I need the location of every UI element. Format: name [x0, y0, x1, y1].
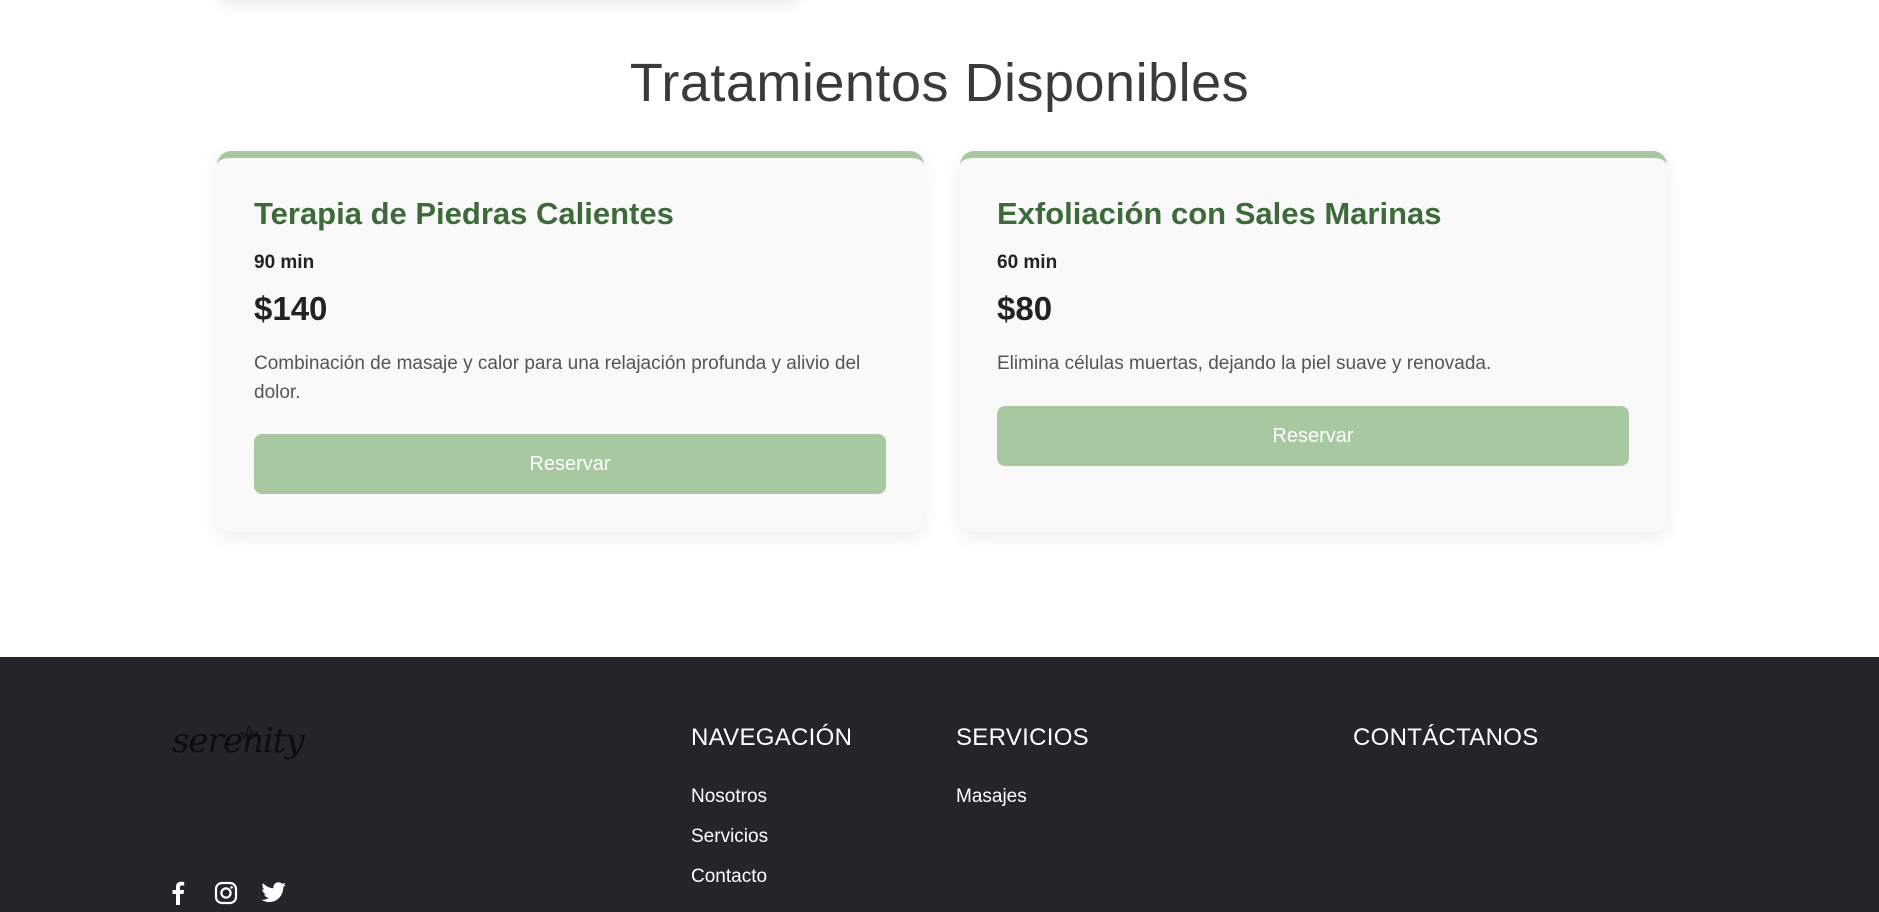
section-title: Tratamientos Disponibles: [629, 53, 1250, 113]
treatment-description: Combinación de masaje y calor para una r…: [254, 353, 861, 403]
treatment-description: Elimina células muertas, dejando la piel…: [997, 353, 1492, 374]
treatment-card-hot-stones: Terapia de Piedras Calientes 90 min $140…: [217, 151, 924, 532]
treatment-duration: 90 min: [254, 252, 315, 273]
treatment-name: Exfoliación con Sales Marinas: [997, 196, 1442, 231]
footer-link-masajes[interactable]: Masajes: [956, 786, 1027, 808]
twitter-icon[interactable]: [261, 880, 287, 906]
site-footer: serenity NAVEGACIÓN Nosotros Servicios C…: [0, 657, 1879, 912]
reserve-button[interactable]: Reservar: [997, 406, 1629, 466]
footer-contact-title: CONTÁCTANOS: [1353, 724, 1539, 751]
treatment-price: $140: [254, 290, 328, 327]
reserve-button[interactable]: Reservar: [254, 434, 886, 494]
footer-link-servicios[interactable]: Servicios: [691, 826, 768, 848]
footer-services-title: SERVICIOS: [956, 724, 1089, 751]
footer-navigation-title: NAVEGACIÓN: [691, 724, 853, 751]
instagram-icon[interactable]: [213, 880, 239, 906]
treatment-card-sea-salt: Exfoliación con Sales Marinas 60 min $80…: [960, 151, 1667, 532]
treatment-name: Terapia de Piedras Calientes: [254, 196, 674, 231]
lotus-icon: [240, 725, 258, 740]
social-links: [165, 880, 287, 906]
footer-link-nosotros[interactable]: Nosotros: [691, 786, 767, 808]
treatment-price: $80: [997, 290, 1053, 327]
footer-link-contacto[interactable]: Contacto: [691, 866, 767, 888]
facebook-icon[interactable]: [165, 880, 191, 906]
treatment-duration: 60 min: [997, 252, 1058, 273]
